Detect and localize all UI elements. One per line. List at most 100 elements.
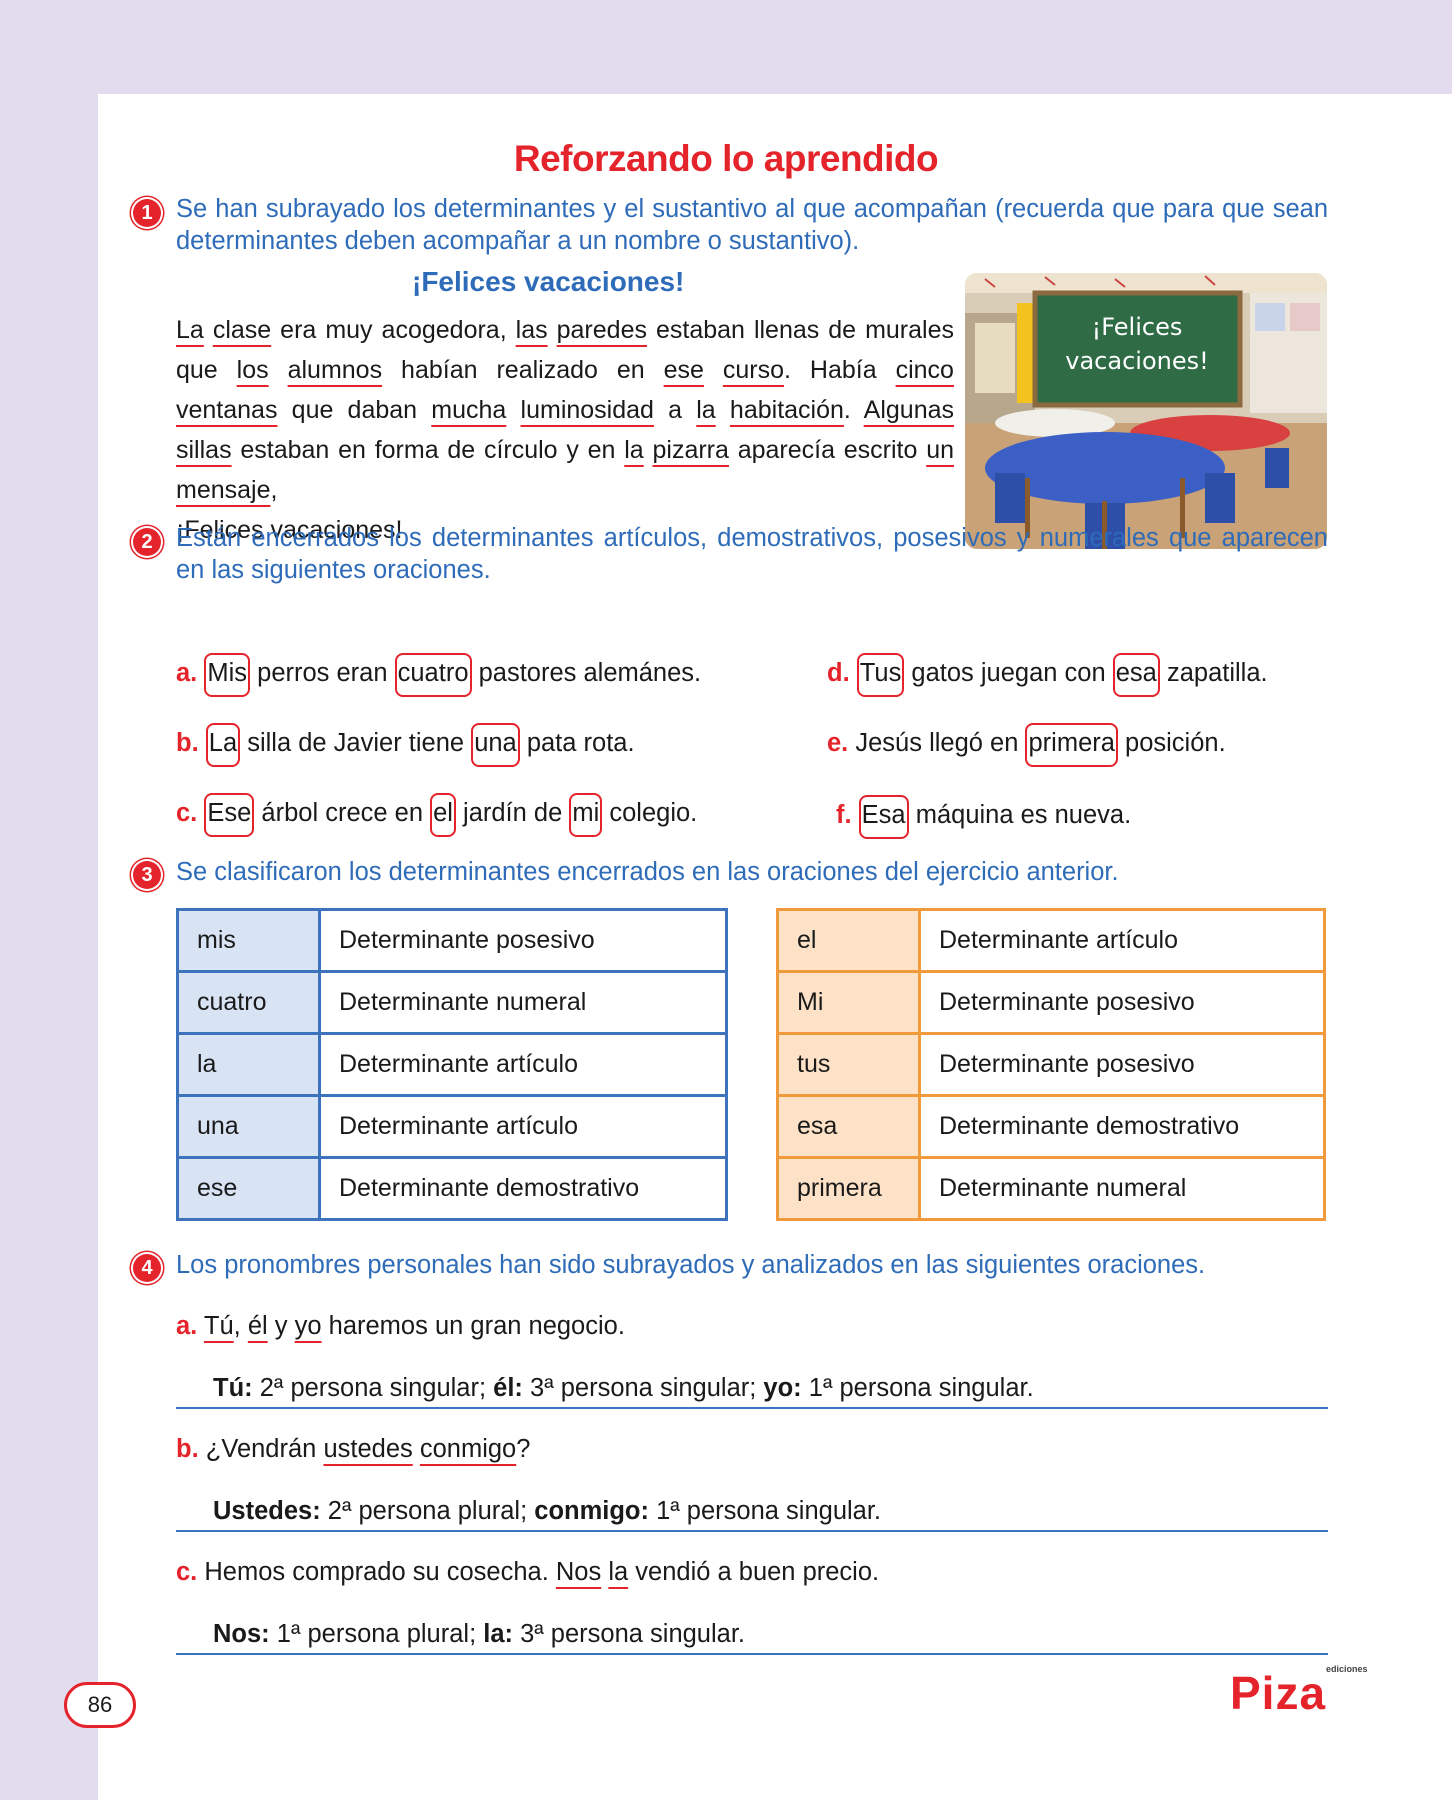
sentence-letter: b. bbox=[176, 1435, 199, 1463]
circled-determiner: una bbox=[471, 723, 520, 767]
sentence-letter: e. bbox=[827, 729, 849, 757]
ex4-sentence-a: a. Tú, él y yo haremos un gran negocio. bbox=[176, 1312, 625, 1340]
classification-table-right: el Determinante artículo Mi Determinante po… bbox=[776, 908, 1326, 1221]
reading-paragraph-body: La clase era muy acogedora, las paredes … bbox=[176, 316, 955, 504]
exercise-4-number: 4 bbox=[133, 1254, 161, 1282]
answer-pronoun: yo: bbox=[763, 1374, 802, 1402]
determiner-cell: el bbox=[776, 908, 921, 973]
circled-determiner: La bbox=[205, 723, 241, 767]
answer-pronoun: Ustedes: bbox=[213, 1497, 321, 1525]
classification-table-left: mis Determinante posesivo cuatro Determinan… bbox=[176, 908, 728, 1221]
circled-determiner: Esa bbox=[858, 795, 909, 839]
exercise-1-instruction: Se han subrayado los determinantes y el … bbox=[176, 195, 1328, 255]
underlined-word: la bbox=[696, 396, 716, 424]
classification-cell: Determinante demostrativo bbox=[918, 1094, 1326, 1159]
ex4-answer-c: Nos: 1ª persona plural; la: 3ª persona s… bbox=[176, 1620, 1328, 1655]
publisher-logo-small: ediciones bbox=[1326, 1664, 1368, 1674]
classification-cell: Determinante numeral bbox=[918, 1156, 1326, 1221]
table-row: tus Determinante posesivo bbox=[776, 1032, 1326, 1097]
underlined-pronoun: conmigo bbox=[419, 1435, 517, 1463]
underlined-word: un bbox=[926, 436, 954, 464]
page-title: Reforzando lo aprendido bbox=[513, 138, 939, 179]
determiner-cell: tus bbox=[776, 1032, 921, 1097]
underlined-pronoun: la bbox=[608, 1558, 629, 1586]
classification-cell: Determinante artículo bbox=[918, 908, 1326, 973]
table-row: la Determinante artículo bbox=[176, 1032, 728, 1097]
sentence-letter: f. bbox=[836, 801, 852, 829]
blackboard-text-line1: ¡Felices bbox=[1092, 313, 1183, 341]
classification-cell: Determinante numeral bbox=[318, 970, 728, 1035]
exercise-3-instruction: Se clasificaron los determinantes encerr… bbox=[176, 858, 1119, 886]
underlined-word: los bbox=[236, 356, 269, 384]
table-row: esa Determinante demostrativo bbox=[776, 1094, 1326, 1159]
table-row: el Determinante artículo bbox=[776, 908, 1326, 973]
publisher-logo: ediciones Piza bbox=[1230, 1664, 1368, 1720]
underlined-word: sillas bbox=[176, 436, 232, 464]
underlined-pronoun: yo bbox=[294, 1312, 322, 1340]
circled-determiner: mi bbox=[569, 793, 603, 837]
page-number: 86 bbox=[64, 1682, 136, 1728]
underlined-word: mucha bbox=[431, 396, 507, 424]
classification-cell: Determinante artículo bbox=[318, 1094, 728, 1159]
ex2-sentence-e: e. Jesús llegó en primera posición. bbox=[827, 723, 1226, 767]
table-row: una Determinante artículo bbox=[176, 1094, 728, 1159]
underlined-pronoun: Tú bbox=[203, 1312, 234, 1340]
sentence-letter: a. bbox=[176, 1312, 198, 1340]
answer-pronoun: Tú: bbox=[213, 1374, 253, 1402]
table-row: ese Determinante demostrativo bbox=[176, 1156, 728, 1221]
circled-determiner: primera bbox=[1025, 723, 1118, 767]
sentence-letter: c. bbox=[176, 1558, 198, 1586]
answer-pronoun: Nos: bbox=[213, 1620, 270, 1648]
sentence-letter: d. bbox=[827, 659, 850, 687]
table-row: primera Determinante numeral bbox=[776, 1156, 1326, 1221]
exercise-1-number: 1 bbox=[133, 199, 161, 227]
answer-pronoun: él: bbox=[493, 1374, 523, 1402]
publisher-logo-text: Piza bbox=[1230, 1667, 1327, 1719]
circled-determiner: Ese bbox=[204, 793, 255, 837]
table-row: cuatro Determinante numeral bbox=[176, 970, 728, 1035]
exercise-3-number: 3 bbox=[133, 861, 161, 889]
circled-determiner: cuatro bbox=[394, 653, 472, 697]
sentence-letter: b. bbox=[176, 729, 199, 757]
determiner-cell: ese bbox=[176, 1156, 321, 1221]
exercise-2-instruction: Están encerrados los determinantes artíc… bbox=[176, 524, 1328, 584]
classification-cell: Determinante posesivo bbox=[918, 1032, 1326, 1097]
ex4-sentence-c: c. Hemos comprado su cosecha. Nos la ven… bbox=[176, 1558, 880, 1586]
underlined-word: clase bbox=[212, 316, 272, 344]
underlined-word: mensaje bbox=[176, 476, 271, 504]
classification-cell: Determinante posesivo bbox=[918, 970, 1326, 1035]
underlined-word: ventanas bbox=[176, 396, 278, 424]
classroom-illustration: ¡Felices vacaciones! bbox=[965, 273, 1327, 549]
answer-pronoun: la: bbox=[483, 1620, 513, 1648]
ex4-sentence-b: b. ¿Vendrán ustedes conmigo? bbox=[176, 1435, 531, 1463]
determiner-cell: primera bbox=[776, 1156, 921, 1221]
reading-paragraph: La clase era muy acogedora, las paredes … bbox=[176, 310, 954, 550]
ex4-answer-a: Tú: 2ª persona singular; él: 3ª persona … bbox=[176, 1374, 1328, 1409]
classification-cell: Determinante demostrativo bbox=[318, 1156, 728, 1221]
answer-pronoun: conmigo: bbox=[534, 1497, 650, 1525]
determiner-cell: una bbox=[176, 1094, 321, 1159]
blackboard-text-line2: vacaciones! bbox=[1065, 347, 1208, 375]
determiner-cell: mis bbox=[176, 908, 321, 973]
exercise-4-instruction: Los pronombres personales han sido subra… bbox=[176, 1251, 1206, 1279]
ex2-sentence-b: b. La silla de Javier tiene una pata rot… bbox=[176, 723, 635, 767]
reading-subtitle: ¡Felices vacaciones! bbox=[412, 266, 685, 297]
underlined-word: La bbox=[176, 316, 204, 344]
ex2-sentence-f: f. Esa máquina es nueva. bbox=[836, 795, 1131, 839]
underlined-word: las bbox=[515, 316, 548, 344]
underlined-word: habitación bbox=[729, 396, 844, 424]
underlined-word: curso bbox=[722, 356, 785, 384]
underlined-word: pizarra bbox=[652, 436, 729, 464]
ex2-sentence-a: a. Mis perros eran cuatro pastores alemá… bbox=[176, 653, 701, 697]
exercise-2-number: 2 bbox=[133, 528, 161, 556]
underlined-word: cinco bbox=[895, 356, 954, 384]
sentence-letter: c. bbox=[176, 799, 198, 827]
underlined-pronoun: ustedes bbox=[323, 1435, 413, 1463]
underlined-word: la bbox=[624, 436, 644, 464]
underlined-word: ese bbox=[663, 356, 704, 384]
determiner-cell: esa bbox=[776, 1094, 921, 1159]
underlined-word: luminosidad bbox=[520, 396, 654, 424]
determiner-cell: la bbox=[176, 1032, 321, 1097]
sentence-letter: a. bbox=[176, 659, 198, 687]
ex2-sentence-d: d. Tus gatos juegan con esa zapatilla. bbox=[827, 653, 1268, 697]
